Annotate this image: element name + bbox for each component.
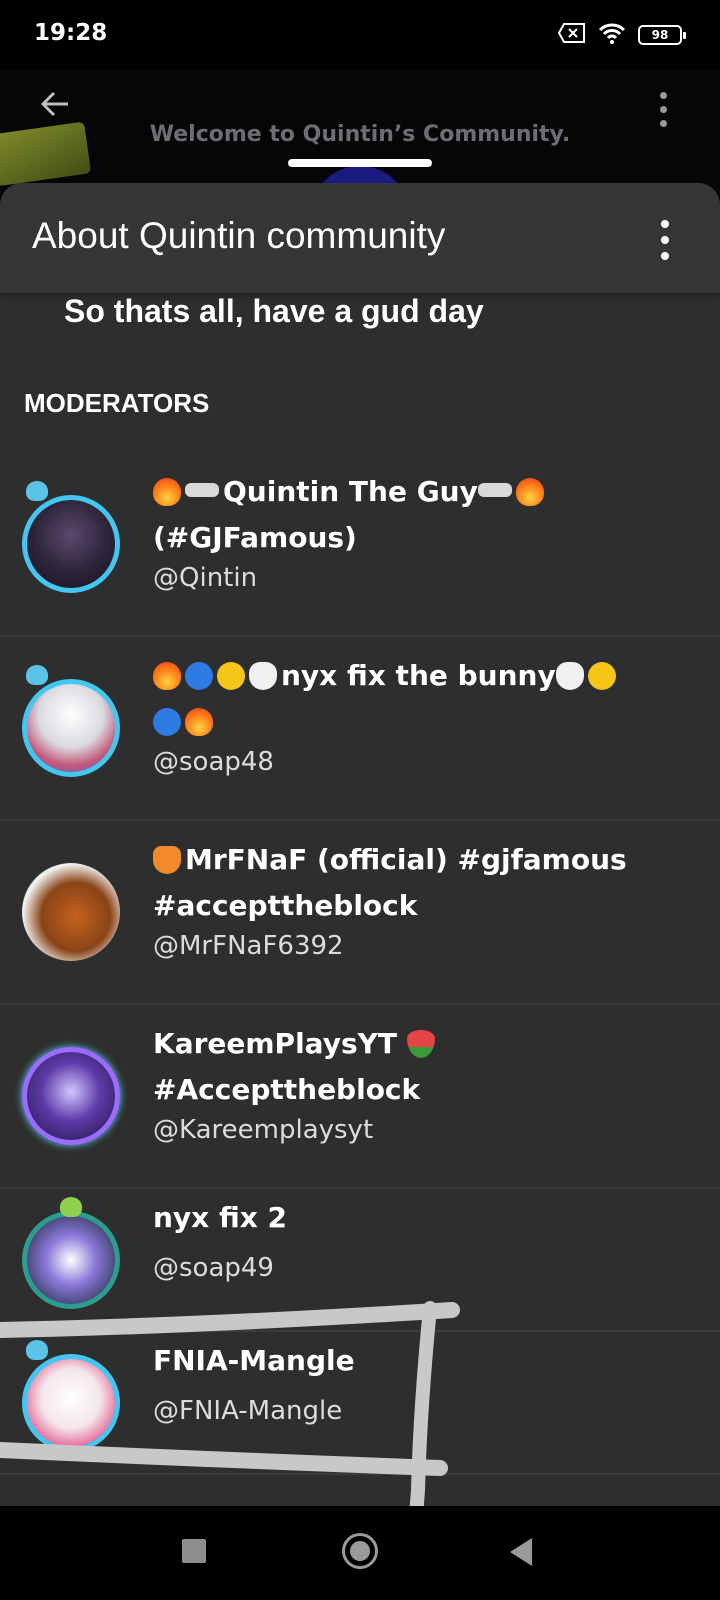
avatar[interactable] <box>22 863 120 961</box>
moderator-handle: @Qintin <box>153 563 258 593</box>
about-description: So thats all, have a gud day <box>64 293 484 329</box>
yellow-circle-icon <box>217 662 245 690</box>
moderator-handle: @MrFNaF6392 <box>153 931 344 961</box>
moderator-handle: @soap49 <box>153 1253 274 1283</box>
moderator-handle: @soap48 <box>153 747 274 777</box>
badge-icon <box>26 481 48 501</box>
bunny-icon <box>249 662 277 690</box>
glasses-icon <box>185 483 219 497</box>
system-nav-bar <box>0 1506 720 1600</box>
moderator-row[interactable]: Quintin The Guy (#GJFamous) @Qintin <box>0 453 720 637</box>
moderator-row[interactable]: KareemPlaysYT #Accepttheblock @Kareempla… <box>0 1005 720 1189</box>
moderator-name: Quintin The Guy (#GJFamous) <box>153 469 693 561</box>
sheet-title: About Quintin community <box>32 215 446 256</box>
moderator-row[interactable]: nyx fix 2 @soap49 <box>0 1189 720 1332</box>
status-bar: 19:28 98 <box>0 0 720 70</box>
sheet-header: About Quintin community <box>0 183 720 293</box>
status-time: 19:28 <box>34 20 108 46</box>
moderator-name: KareemPlaysYT #Accepttheblock <box>153 1021 693 1113</box>
frog-badge-icon <box>60 1197 82 1217</box>
background-community-header: Welcome to Quintin’s Community. <box>0 70 720 200</box>
moderator-handle: @Kareemplaysyt <box>153 1115 374 1145</box>
wifi-icon <box>598 22 626 48</box>
moderator-row[interactable]: nyx fix the bunny @soap48 <box>0 637 720 821</box>
moderator-row[interactable]: FNIA-Mangle @FNIA-Mangle <box>0 1332 720 1475</box>
more-vert-icon[interactable] <box>658 220 672 260</box>
back-triangle-icon[interactable] <box>510 1538 532 1566</box>
avatar[interactable] <box>22 1047 120 1145</box>
moderator-name: nyx fix 2 <box>153 1201 288 1234</box>
moderator-handle: @FNIA-Mangle <box>153 1396 343 1426</box>
moderator-list: Quintin The Guy (#GJFamous) @Qintin nyx … <box>0 453 720 1475</box>
moderators-heading: MODERATORS <box>24 388 210 418</box>
moderator-name: nyx fix the bunny <box>153 653 693 745</box>
sheet-drag-handle[interactable] <box>288 159 432 167</box>
fire-icon <box>153 478 181 506</box>
battery-level: 98 <box>651 28 669 42</box>
badge-icon <box>26 665 48 685</box>
blue-circle-icon <box>185 662 213 690</box>
bunny-icon <box>555 662 584 690</box>
fox-icon <box>153 846 181 874</box>
fire-icon <box>515 478 544 506</box>
battery-icon: 98 <box>638 25 686 45</box>
avatar[interactable] <box>22 679 120 777</box>
moderator-name: MrFNaF (official) #gjfamous #acceptthebl… <box>153 843 627 922</box>
moderator-row[interactable]: MrFNaF (official) #gjfamous #acceptthebl… <box>0 821 720 1005</box>
no-sim-icon <box>557 23 586 47</box>
recents-square-icon[interactable] <box>182 1539 206 1563</box>
status-icons: 98 <box>557 22 686 48</box>
avatar[interactable] <box>22 1211 120 1309</box>
moderator-name: FNIA-Mangle <box>153 1344 355 1377</box>
welcome-text: Welcome to Quintin’s Community. <box>149 122 571 147</box>
badge-icon <box>26 1340 48 1360</box>
avatar[interactable] <box>22 495 120 593</box>
about-community-sheet: About Quintin community So thats all, ha… <box>0 183 720 1506</box>
glasses-icon <box>477 483 512 497</box>
blue-circle-icon <box>153 708 181 736</box>
fire-icon <box>153 662 181 690</box>
home-circle-icon[interactable] <box>342 1533 378 1569</box>
avatar[interactable] <box>22 1354 120 1452</box>
watermelon-icon <box>406 1030 435 1058</box>
fire-icon <box>185 708 213 736</box>
yellow-circle-icon <box>587 662 616 690</box>
